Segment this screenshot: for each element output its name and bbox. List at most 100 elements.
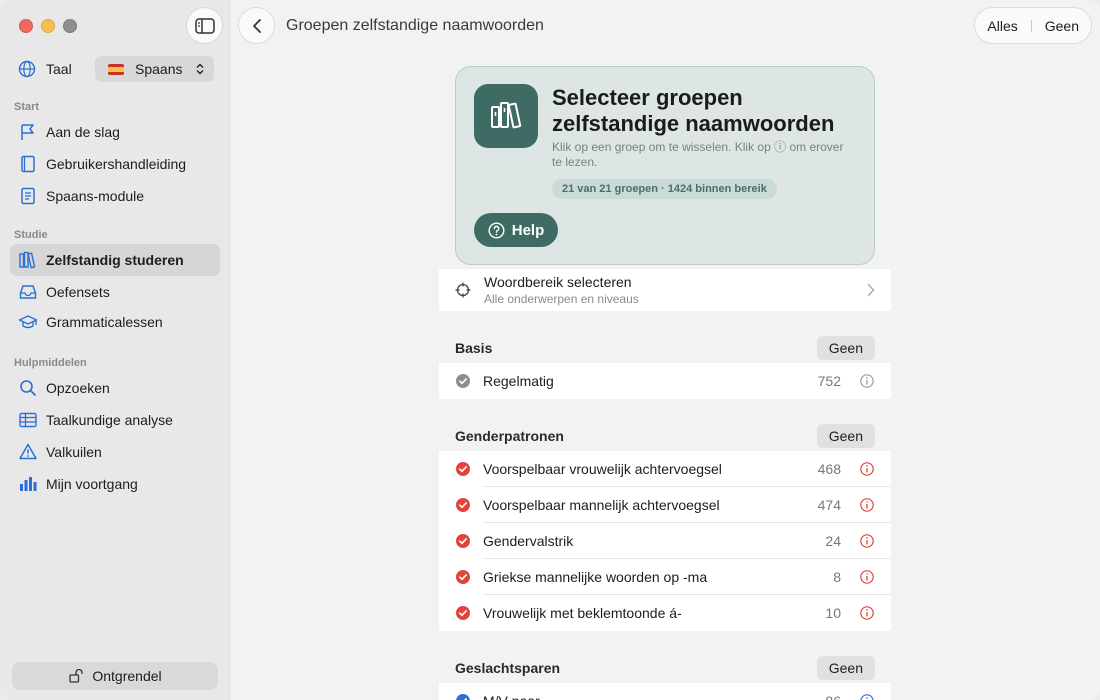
books-icon — [19, 251, 36, 269]
sidebar-item-spaans-module[interactable]: Spaans-module — [10, 180, 220, 212]
sidebar-toggle-button[interactable] — [186, 7, 223, 44]
group-label: Gendervalstrik — [483, 533, 574, 549]
sidebar-item-valkuilen[interactable]: Valkuilen — [10, 436, 220, 468]
globe-icon — [18, 60, 36, 78]
tray-icon — [19, 285, 37, 299]
document-icon — [21, 187, 35, 205]
back-button[interactable] — [238, 7, 275, 44]
select-none-button[interactable]: Geen — [1045, 18, 1079, 34]
group-label: Regelmatig — [483, 373, 554, 389]
help-label: Help — [511, 221, 545, 239]
sidebar-item-mijn-voortgang[interactable]: Mijn voortgang — [10, 468, 220, 500]
sidebar-item-label: Opzoeken — [46, 380, 110, 396]
group-label: Voorspelbaar vrouwelijk achtervoegsel — [483, 461, 722, 477]
sidebar-icon — [194, 17, 215, 34]
group-count: 468 — [817, 461, 841, 477]
info-icon[interactable] — [860, 694, 874, 700]
section-title-start: Start — [14, 101, 40, 113]
sidebar-item-aan-de-slag[interactable]: Aan de slag — [10, 116, 220, 148]
group-row[interactable]: Regelmatig 752 — [439, 363, 891, 399]
section-header-geslachtsparen: Geslachtsparen Geen — [439, 654, 891, 682]
window-controls — [19, 19, 77, 33]
group-list-genderpatronen: Voorspelbaar vrouwelijk achtervoegsel 468… — [439, 451, 891, 631]
info-icon[interactable] — [860, 606, 874, 620]
group-row[interactable]: Gendervalstrik 24 — [439, 523, 891, 559]
close-window-button[interactable] — [19, 19, 33, 33]
sidebar-item-zelfstandig-studeren[interactable]: Zelfstandig studeren — [10, 244, 220, 276]
group-count: 86 — [825, 693, 841, 700]
group-count: 10 — [825, 605, 841, 621]
search-icon — [20, 380, 36, 396]
group-count: 752 — [817, 373, 841, 389]
chevron-right-icon — [867, 283, 875, 297]
page-title: Groepen zelfstandige naamwoorden — [286, 17, 544, 34]
unlock-label: Ontgrendel — [92, 668, 162, 684]
section-title: Basis — [455, 340, 493, 356]
group-list-geslachtsparen: M/V-paar 86 — [439, 683, 891, 700]
book-icon — [21, 155, 35, 173]
word-range-row[interactable]: Woordbereik selecteren Alle onderwerpen … — [439, 269, 891, 311]
question-circle-icon — [488, 221, 505, 239]
sidebar-item-label: Valkuilen — [46, 444, 102, 460]
section-title-studie: Studie — [14, 229, 48, 241]
sidebar-item-label: Zelfstandig studeren — [46, 252, 184, 268]
zoom-window-button[interactable] — [63, 19, 77, 33]
group-label: Vrouwelijk met beklemtoonde á- — [483, 605, 682, 621]
sidebar-item-taalkundige-analyse[interactable]: Taalkundige analyse — [10, 404, 220, 436]
checkmark-circle-icon — [456, 498, 470, 512]
unlock-icon — [69, 668, 84, 683]
minimize-window-button[interactable] — [41, 19, 55, 33]
language-value: Spaans — [135, 61, 183, 77]
section-title: Geslachtsparen — [455, 660, 561, 676]
section-none-button[interactable]: Geen — [816, 424, 875, 448]
sidebar-item-label: Taalkundige analyse — [46, 412, 173, 428]
sidebar-item-grammaticalessen[interactable]: Grammaticalessen — [10, 306, 220, 338]
sidebar-item-label: Grammaticalessen — [46, 314, 163, 330]
group-row[interactable]: Voorspelbaar mannelijk achtervoegsel 474 — [439, 487, 891, 523]
sidebar-item-label: Spaans-module — [46, 188, 145, 204]
word-range-title: Woordbereik selecteren — [484, 274, 632, 290]
flag-icon — [21, 124, 34, 140]
group-row[interactable]: Voorspelbaar vrouwelijk achtervoegsel 468 — [439, 451, 891, 487]
sidebar-item-label: Mijn voortgang — [46, 476, 138, 492]
info-icon[interactable] — [860, 534, 874, 548]
group-list-basis: Regelmatig 752 — [439, 363, 891, 399]
section-header-basis: Basis Geen — [439, 334, 891, 362]
chevron-up-down-icon — [196, 63, 204, 75]
warning-icon — [19, 443, 37, 460]
select-all-button[interactable]: Alles — [987, 18, 1017, 34]
info-icon[interactable] — [860, 462, 874, 476]
app-window: Taal Spaans Start Aan de slag Gebruikers… — [0, 0, 1100, 700]
unlock-button[interactable]: Ontgrendel — [12, 662, 218, 690]
info-icon[interactable] — [860, 570, 874, 584]
word-range-subtitle: Alle onderwerpen en niveaus — [484, 292, 639, 306]
crosshair-icon — [455, 282, 471, 298]
group-label: Voorspelbaar mannelijk achtervoegsel — [483, 497, 720, 513]
checkmark-circle-icon — [456, 606, 470, 620]
sidebar: Taal Spaans Start Aan de slag Gebruikers… — [0, 0, 230, 700]
section-none-button[interactable]: Geen — [816, 656, 875, 680]
group-count-badge: 21 van 21 groepen · 1424 binnen bereik — [552, 179, 777, 199]
group-row[interactable]: Griekse mannelijke woorden op -ma 8 — [439, 559, 891, 595]
group-row[interactable]: M/V-paar 86 — [439, 683, 891, 700]
section-title: Genderpatronen — [455, 428, 564, 444]
help-button[interactable]: Help — [474, 213, 558, 247]
sidebar-item-gebruikershandleiding[interactable]: Gebruikershandleiding — [10, 148, 220, 180]
group-count: 474 — [817, 497, 841, 513]
sidebar-item-oefensets[interactable]: Oefensets — [10, 276, 220, 308]
language-row: Taal Spaans — [18, 56, 214, 82]
info-icon[interactable] — [860, 498, 874, 512]
language-select[interactable]: Spaans — [95, 56, 214, 82]
select-toggle-group: Alles Geen — [974, 7, 1092, 44]
hero-subtitle: Klik op een groep om te wisselen. Klik o… — [552, 140, 844, 169]
section-none-button[interactable]: Geen — [816, 336, 875, 360]
checkmark-circle-icon — [456, 374, 470, 388]
group-row[interactable]: Vrouwelijk met beklemtoonde á- 10 — [439, 595, 891, 631]
spain-flag-icon — [108, 63, 124, 75]
info-icon[interactable] — [860, 374, 874, 388]
graduation-cap-icon — [18, 315, 38, 329]
sidebar-item-opzoeken[interactable]: Opzoeken — [10, 372, 220, 404]
checkmark-circle-icon — [456, 462, 470, 476]
checkmark-circle-icon — [456, 534, 470, 548]
language-label: Taal — [46, 61, 72, 77]
